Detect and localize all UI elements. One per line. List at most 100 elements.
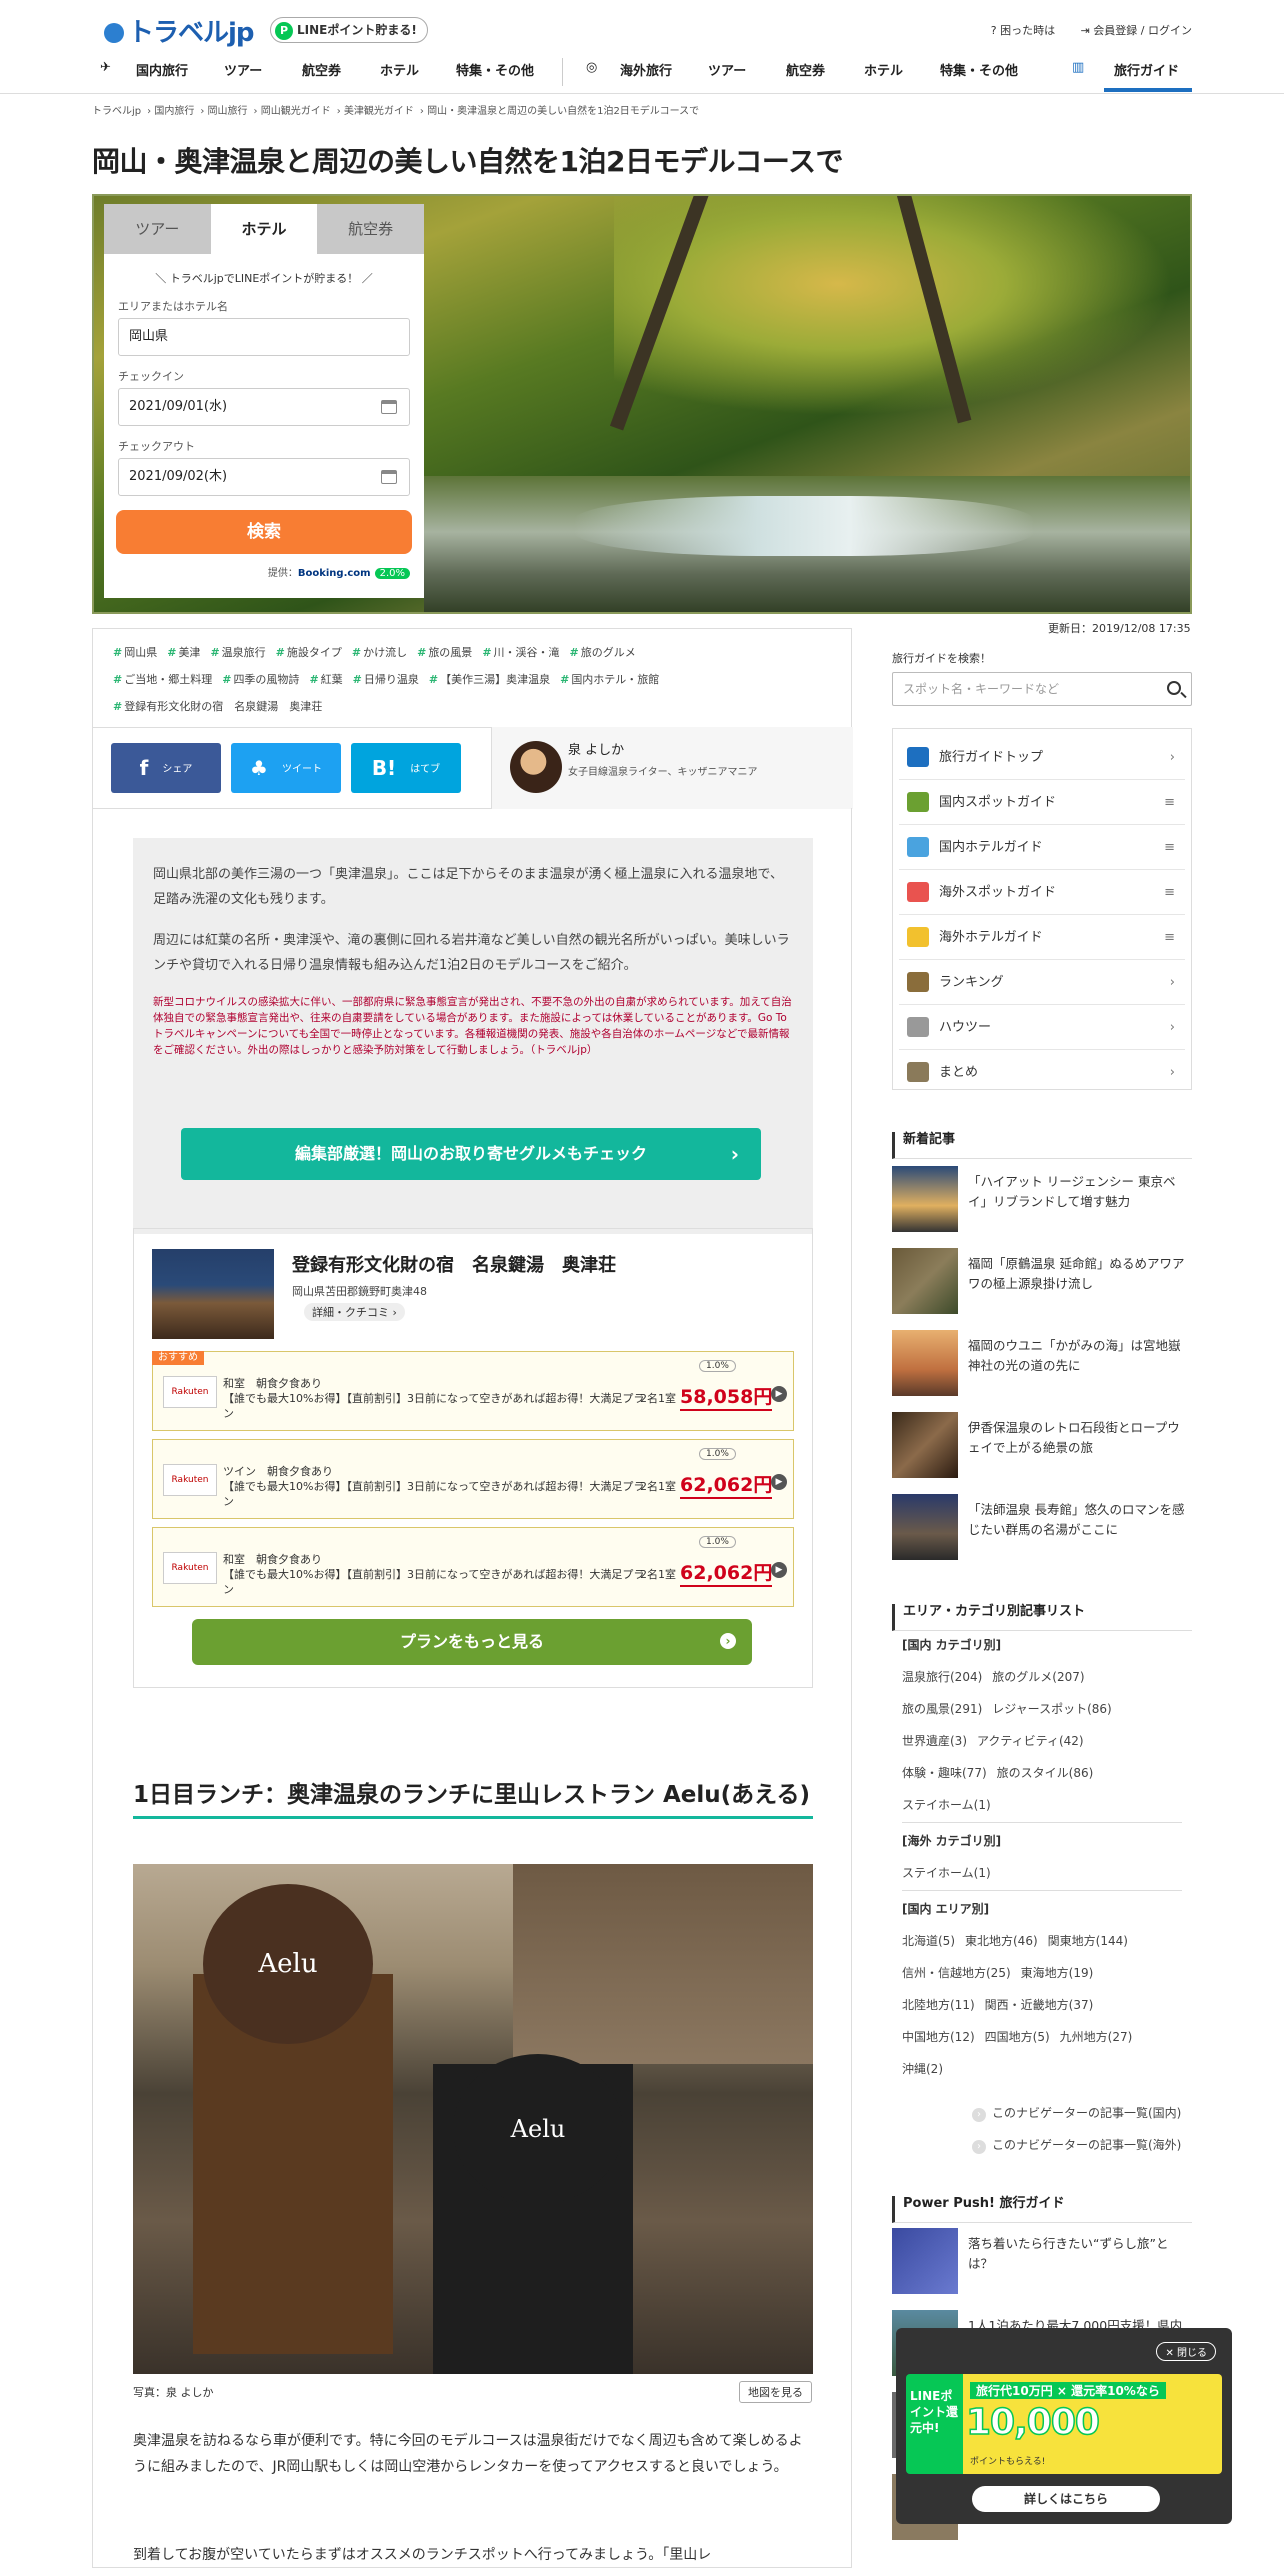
- help-link[interactable]: ? 困った時は: [991, 24, 1055, 37]
- menu-item-overseas-spot[interactable]: 海外スポットガイド ≡: [899, 870, 1185, 915]
- tag[interactable]: 美津: [167, 646, 200, 659]
- hotel-name[interactable]: 登録有形文化財の宿 名泉鍵湯 奥津荘: [292, 1251, 616, 1277]
- facebook-share-button[interactable]: f シェア: [111, 743, 221, 793]
- navigator-articles-domestic-link[interactable]: このナビゲーターの記事一覧(国内): [972, 2104, 1181, 2122]
- line-points-badge[interactable]: P LINEポイント貯まる!: [270, 17, 428, 43]
- push-article[interactable]: 落ち着いたら行きたい“ずらし旅”とは？: [892, 2228, 1192, 2294]
- category-link[interactable]: 温泉旅行(204): [902, 1670, 982, 1684]
- hatena-share-button[interactable]: B! はてブ: [351, 743, 461, 793]
- breadcrumb-item[interactable]: トラベルjp: [92, 106, 141, 117]
- nav-overseas-hotel[interactable]: ホテル: [864, 60, 903, 79]
- nav-domestic[interactable]: 国内旅行: [136, 60, 188, 79]
- plan-price[interactable]: 62,062円: [680, 1470, 773, 1499]
- area-link[interactable]: 北海道(5): [902, 1934, 955, 1948]
- category-link[interactable]: 旅の風景(291): [902, 1702, 982, 1716]
- tag[interactable]: 温泉旅行: [210, 646, 265, 659]
- menu-item-domestic-hotel[interactable]: 国内ホテルガイド ≡: [899, 825, 1185, 870]
- new-article[interactable]: 「法師温泉 長寿館」悠久のロマンを感じたい群馬の名湯がここに: [892, 1494, 1192, 1560]
- tag[interactable]: 川・渓谷・滝: [482, 646, 559, 659]
- category-link[interactable]: 旅のスタイル(86): [997, 1766, 1094, 1780]
- menu-item-matome[interactable]: まとめ ›: [899, 1050, 1185, 1095]
- tag[interactable]: 紅葉: [309, 673, 342, 686]
- area-link[interactable]: 中国地方(12): [902, 2030, 975, 2044]
- restaurant-photo[interactable]: Aelu Aelu: [133, 1864, 813, 2374]
- breadcrumb-item[interactable]: 美津観光ガイド: [344, 106, 414, 117]
- area-link[interactable]: 関東地方(144): [1048, 1934, 1128, 1948]
- more-plans-button[interactable]: プランをもっと見る: [192, 1619, 752, 1665]
- category-link[interactable]: レジャースポット(86): [992, 1702, 1111, 1716]
- breadcrumb-item[interactable]: 岡山観光ガイド: [261, 106, 331, 117]
- category-link[interactable]: アクティビティ(42): [977, 1734, 1084, 1748]
- tab-tour[interactable]: ツアー: [104, 204, 211, 254]
- plan-row[interactable]: Rakuten ツイン 朝食夕食あり 【誰でも最大10%お得】【直前割引】3日前に…: [152, 1439, 794, 1519]
- plan-price[interactable]: 58,058円: [680, 1382, 773, 1411]
- nav-domestic-air[interactable]: 航空券: [302, 60, 341, 79]
- new-article[interactable]: 福岡「原鶴温泉 延命館」ぬるめアワアワの極上源泉掛け流し: [892, 1248, 1192, 1314]
- category-link[interactable]: ステイホーム(1): [902, 1866, 991, 1880]
- nav-overseas-air[interactable]: 航空券: [786, 60, 825, 79]
- area-link[interactable]: 東海地方(19): [1021, 1966, 1094, 1980]
- tag[interactable]: 登録有形文化財の宿 名泉鍵湯 奥津荘: [113, 700, 322, 713]
- menu-item-ranking[interactable]: ランキング ›: [899, 960, 1185, 1005]
- area-link[interactable]: 北陸地方(11): [902, 1998, 975, 2012]
- arrow-right-icon[interactable]: ▶: [771, 1386, 787, 1402]
- tag[interactable]: 日帰り温泉: [353, 673, 419, 686]
- nav-overseas-special[interactable]: 特集・その他: [940, 60, 1018, 79]
- area-link[interactable]: 四国地方(5): [985, 2030, 1050, 2044]
- plan-row[interactable]: おすすめ Rakuten 和室 朝食夕食あり 【誰でも最大10%お得】【直前割引】…: [152, 1351, 794, 1431]
- area-link[interactable]: 沖縄(2): [902, 2062, 943, 2076]
- tag[interactable]: かけ流し: [352, 646, 407, 659]
- menu-item-overseas-hotel[interactable]: 海外ホテルガイド ≡: [899, 915, 1185, 960]
- arrow-right-icon[interactable]: ▶: [771, 1562, 787, 1578]
- arrow-right-icon[interactable]: ▶: [771, 1474, 787, 1490]
- breadcrumb-item[interactable]: 国内旅行: [154, 106, 194, 117]
- ad-details-button[interactable]: 詳しくはこちら: [972, 2486, 1160, 2512]
- tab-air[interactable]: 航空券: [317, 204, 425, 254]
- author-card[interactable]: 泉 よしか 女子目線温泉ライター、キッザニアマニア: [491, 727, 853, 809]
- area-input[interactable]: 岡山県: [118, 318, 410, 356]
- tag[interactable]: 岡山県: [113, 646, 157, 659]
- breadcrumb-item[interactable]: 岡山旅行: [208, 106, 248, 117]
- tag[interactable]: 国内ホテル・旅館: [560, 673, 659, 686]
- hotel-photo[interactable]: [152, 1249, 274, 1339]
- gourmet-button[interactable]: 編集部厳選！岡山のお取り寄せグルメもチェック: [181, 1128, 761, 1180]
- login-link[interactable]: ⇥ 会員登録 / ログイン: [1081, 24, 1192, 37]
- guide-search-input[interactable]: スポット名・キーワードなど: [892, 672, 1192, 706]
- checkin-input[interactable]: 2021/09/01(水): [118, 388, 410, 426]
- area-link[interactable]: 九州地方(27): [1060, 2030, 1133, 2044]
- plan-price[interactable]: 62,062円: [680, 1558, 773, 1587]
- twitter-share-button[interactable]: ♣ ツイート: [231, 743, 341, 793]
- navigator-articles-overseas-link[interactable]: このナビゲーターの記事一覧(海外): [972, 2136, 1181, 2154]
- area-link[interactable]: 東北地方(46): [965, 1934, 1038, 1948]
- category-link[interactable]: 体験・趣味(77): [902, 1766, 987, 1780]
- map-button[interactable]: 地図を見る: [739, 2381, 812, 2403]
- new-article[interactable]: 福岡のウユニ「かがみの海」は宮地嶽神社の光の道の先に: [892, 1330, 1192, 1396]
- nav-overseas[interactable]: 海外旅行: [620, 60, 672, 79]
- area-link[interactable]: 信州・信越地方(25): [902, 1966, 1011, 1980]
- area-link[interactable]: 関西・近畿地方(37): [985, 1998, 1094, 2012]
- ad-close-button[interactable]: ✕ 閉じる: [1156, 2342, 1216, 2361]
- nav-domestic-tour[interactable]: ツアー: [224, 60, 262, 79]
- menu-item-domestic-spot[interactable]: 国内スポットガイド ≡: [899, 780, 1185, 825]
- nav-domestic-hotel[interactable]: ホテル: [380, 60, 419, 79]
- plan-row[interactable]: Rakuten 和室 朝食夕食あり 【誰でも最大10%お得】【直前割引】3日前にな…: [152, 1527, 794, 1607]
- tag[interactable]: 旅のグルメ: [570, 646, 636, 659]
- menu-item-guide-top[interactable]: 旅行ガイドトップ ›: [899, 735, 1185, 780]
- hotel-detail-link[interactable]: 詳細・クチコミ ›: [304, 1303, 405, 1321]
- tag[interactable]: 四季の風物詩: [222, 673, 299, 686]
- nav-domestic-special[interactable]: 特集・その他: [456, 60, 534, 79]
- category-link[interactable]: ステイホーム(1): [902, 1798, 991, 1812]
- category-link[interactable]: 旅のグルメ(207): [992, 1670, 1084, 1684]
- nav-travel-guide[interactable]: 旅行ガイド: [1114, 60, 1179, 79]
- tab-hotel[interactable]: ホテル: [210, 204, 318, 254]
- checkout-input[interactable]: 2021/09/02(木): [118, 458, 410, 496]
- tag[interactable]: 施設タイプ: [276, 646, 342, 659]
- tag[interactable]: ご当地・郷土料理: [113, 673, 212, 686]
- tag[interactable]: 旅の風景: [417, 646, 472, 659]
- menu-item-howto[interactable]: ハウツー ›: [899, 1005, 1185, 1050]
- ad-banner[interactable]: LINEポイント還元中! 旅行代10万円 × 還元率10%なら 10,000 ポ…: [906, 2374, 1222, 2474]
- new-article[interactable]: 伊香保温泉のレトロ石段街とロープウェイで上がる絶景の旅: [892, 1412, 1192, 1478]
- site-logo[interactable]: トラベルjp: [104, 12, 255, 49]
- search-button[interactable]: 検索: [116, 510, 412, 554]
- new-article[interactable]: 「ハイアット リージェンシー 東京ベイ」リブランドして増す魅力: [892, 1166, 1192, 1232]
